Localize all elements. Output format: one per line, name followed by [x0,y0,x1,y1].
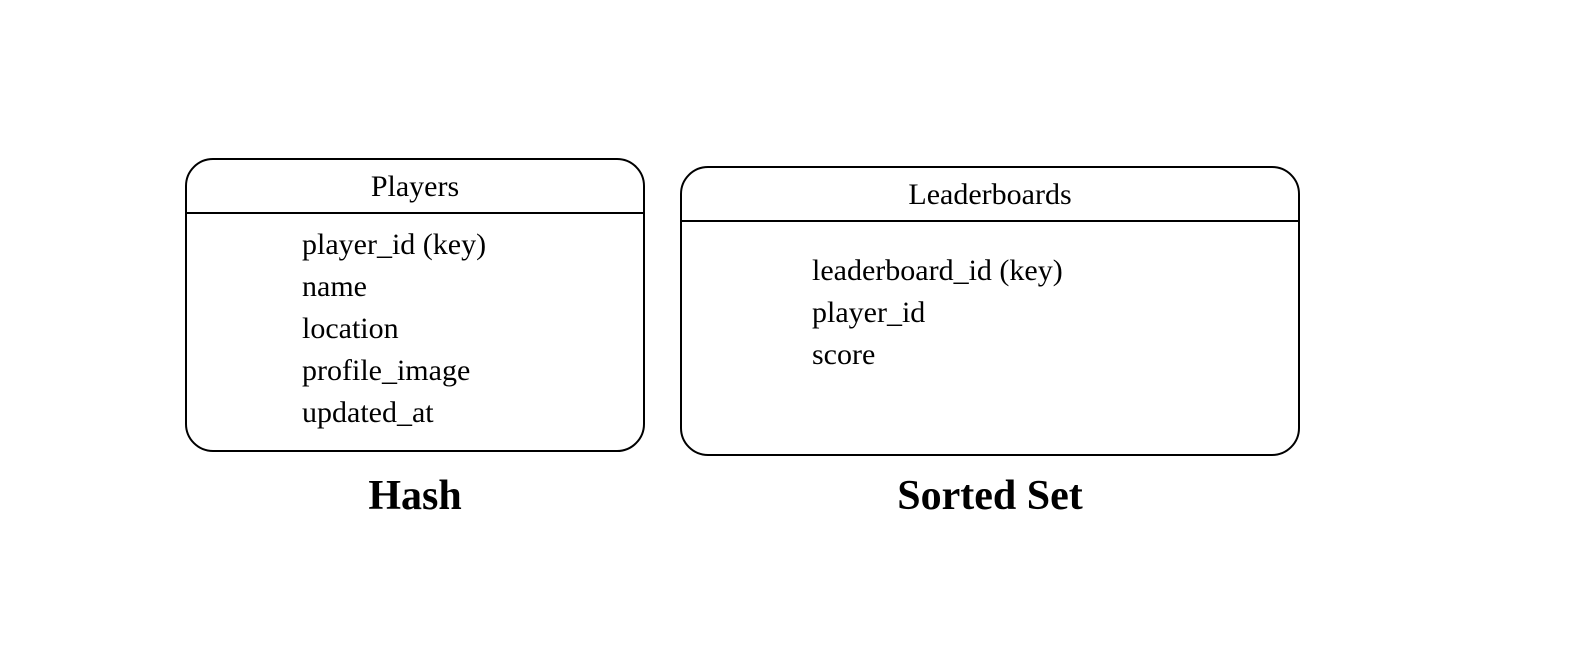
players-fields: player_id (key) name location profile_im… [187,214,643,452]
diagram-canvas: Players player_id (key) name location pr… [0,0,1587,665]
players-caption: Hash [185,472,645,520]
leaderboards-fields: leaderboard_id (key) player_id score [682,222,1298,394]
players-field: profile_image [302,350,623,392]
players-field: updated_at [302,392,623,434]
leaderboards-caption: Sorted Set [680,472,1300,520]
leaderboards-field: score [812,334,1278,376]
players-title: Players [187,160,643,214]
players-box: Players player_id (key) name location pr… [185,158,645,452]
leaderboards-field: player_id [812,292,1278,334]
players-field: location [302,308,623,350]
players-field: player_id (key) [302,224,623,266]
leaderboards-box: Leaderboards leaderboard_id (key) player… [680,166,1300,456]
players-field: name [302,266,623,308]
leaderboards-title: Leaderboards [682,168,1298,222]
leaderboards-field: leaderboard_id (key) [812,250,1278,292]
